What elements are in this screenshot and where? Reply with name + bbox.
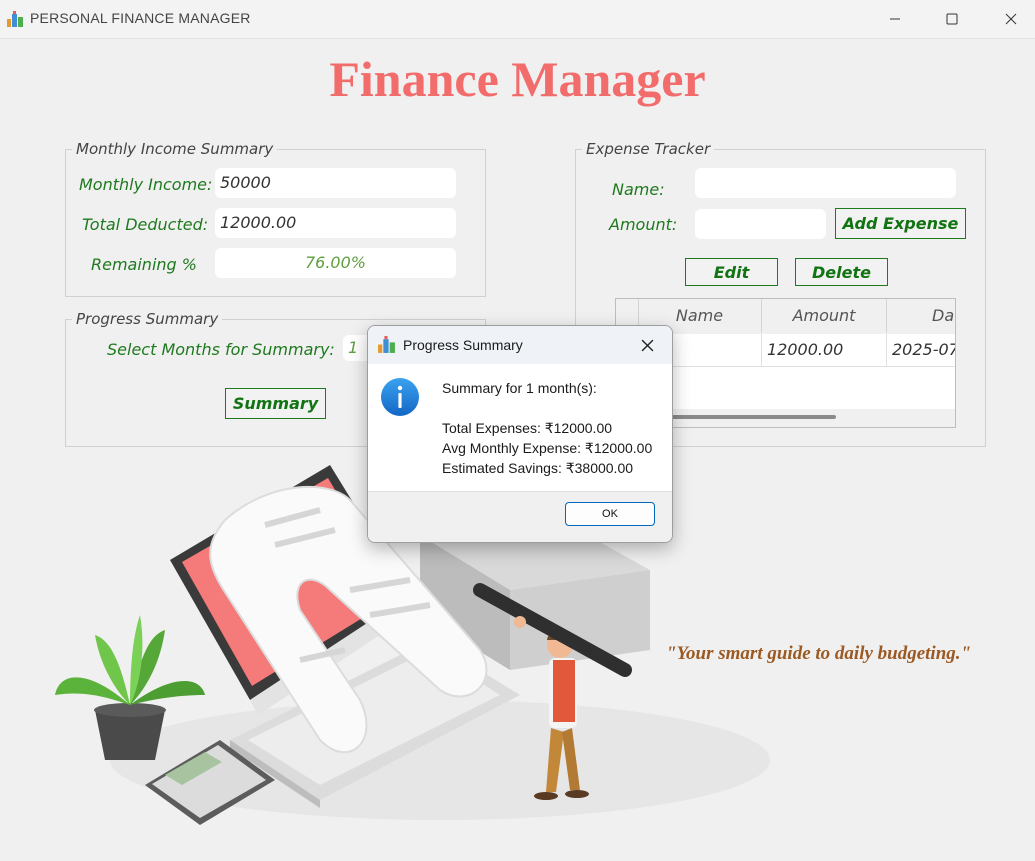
info-icon [381, 378, 419, 416]
dialog-estimated-savings: Estimated Savings: ₹38000.00 [442, 460, 634, 476]
close-icon [641, 339, 653, 351]
remaining-percent-label: Remaining % [91, 255, 197, 274]
summary-button[interactable]: Summary [225, 388, 326, 419]
dialog-avg-monthly-expense: Avg Monthly Expense: ₹12000.00 [442, 440, 653, 456]
maximize-icon [946, 13, 958, 25]
expense-amount-input[interactable] [695, 209, 826, 239]
remaining-percent-field: 76.00% [215, 248, 456, 278]
expense-name-label: Name: [612, 180, 665, 199]
column-header-amount[interactable]: Amount [762, 299, 887, 333]
finance-app-icon [7, 11, 23, 27]
close-window-button[interactable] [988, 0, 1034, 38]
income-summary-legend: Monthly Income Summary [76, 140, 274, 158]
dialog-message-line: Summary for 1 month(s): [442, 380, 597, 396]
column-header-date[interactable]: Date [887, 299, 955, 333]
dialog-titlebar: Progress Summary [368, 326, 672, 364]
monthly-income-label: Monthly Income: [79, 175, 213, 194]
finance-app-icon [378, 336, 395, 353]
table-cell-amount: 12000.00 [762, 334, 887, 366]
edit-button[interactable]: Edit [685, 258, 778, 286]
expense-amount-label: Amount: [609, 215, 678, 234]
dialog-title: Progress Summary [403, 337, 523, 353]
minimize-button[interactable] [872, 0, 918, 38]
minimize-icon [890, 18, 900, 20]
dialog-close-button[interactable] [634, 332, 660, 358]
close-icon [1005, 13, 1017, 25]
maximize-button[interactable] [929, 0, 975, 38]
expense-tracker-legend: Expense Tracker [586, 140, 711, 158]
dialog-footer: OK [368, 491, 672, 542]
progress-summary-dialog: Progress Summary Summary for 1 month(s):… [367, 325, 673, 543]
delete-button[interactable]: Delete [795, 258, 888, 286]
monthly-income-input[interactable]: 50000 [215, 168, 456, 198]
window-title: PERSONAL FINANCE MANAGER [30, 10, 251, 26]
ok-button[interactable]: OK [565, 502, 655, 526]
table-cell-date: 2025-07- [892, 340, 955, 359]
total-deducted-field: 12000.00 [215, 208, 456, 238]
dialog-total-expenses: Total Expenses: ₹12000.00 [442, 420, 613, 436]
expense-name-input[interactable] [695, 168, 956, 198]
page-title: Finance Manager [329, 51, 706, 107]
tagline-quote: "Your smart guide to daily budgeting." [666, 643, 972, 664]
table-horizontal-scrollbar[interactable] [646, 415, 836, 419]
add-expense-button[interactable]: Add Expense [835, 208, 966, 239]
months-summary-label: Select Months for Summary: [107, 340, 335, 359]
window-titlebar: PERSONAL FINANCE MANAGER [0, 0, 1035, 39]
progress-summary-legend: Progress Summary [76, 310, 219, 328]
total-deducted-label: Total Deducted: [82, 215, 209, 234]
